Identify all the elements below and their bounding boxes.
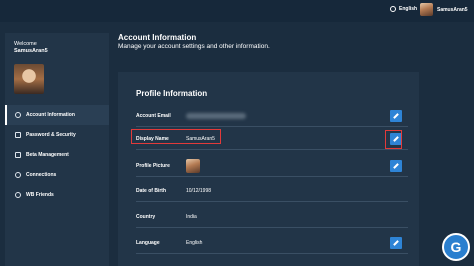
display-name-highlight (131, 129, 221, 144)
sidebar-username: SamusAran5 (14, 48, 48, 54)
row-value: India (186, 214, 197, 220)
friends-icon (15, 192, 21, 198)
info-icon (15, 112, 21, 118)
sidebar-item-wb-friends[interactable]: WB Friends (5, 185, 109, 205)
row-label: Country (136, 214, 156, 220)
row-label: Date of Birth (136, 188, 166, 194)
profile-card: Profile Information Account Email Displa… (118, 72, 419, 266)
row-country: Country India (136, 206, 408, 228)
sidebar-item-beta-management[interactable]: Beta Management (5, 145, 109, 165)
pencil-icon (393, 240, 399, 246)
sidebar-item-password-security[interactable]: Password & Security (5, 125, 109, 145)
row-label: Profile Picture (136, 163, 170, 169)
row-value: English (186, 240, 203, 246)
sidebar: Welcome SamusAran5 Account Information P… (5, 33, 109, 266)
sidebar-item-label: Account Information (26, 112, 75, 118)
edit-language-button[interactable] (390, 237, 402, 249)
row-label: Language (136, 240, 160, 246)
link-icon (15, 172, 21, 178)
sidebar-item-label: Password & Security (26, 132, 76, 138)
language-label: English (399, 6, 418, 12)
sidebar-item-account-information[interactable]: Account Information (5, 105, 109, 125)
logo-watermark: G (442, 233, 470, 261)
welcome-text: Welcome (14, 41, 37, 47)
row-value: 10/12/1998 (186, 188, 212, 194)
language-selector[interactable]: English (390, 6, 417, 12)
page-title: Account Information (118, 33, 197, 42)
user-name: SamusAran5 (437, 6, 468, 13)
row-profile-picture: Profile Picture (136, 155, 408, 177)
edit-button-highlight (385, 130, 402, 149)
avatar (420, 3, 433, 16)
globe-icon (390, 6, 396, 12)
edit-email-button[interactable] (390, 110, 402, 122)
sidebar-item-label: WB Friends (26, 192, 54, 198)
sidebar-nav: Account Information Password & Security … (5, 105, 109, 205)
user-menu[interactable]: SamusAran5 (420, 3, 474, 16)
row-date-of-birth: Date of Birth 10/12/1998 (136, 180, 408, 202)
sidebar-item-label: Connections (26, 172, 57, 178)
beta-icon (15, 152, 21, 158)
shield-icon (15, 132, 21, 138)
profile-picture-thumb (186, 159, 200, 173)
edit-profile-picture-button[interactable] (390, 160, 402, 172)
row-language: Language English (136, 232, 408, 254)
page-subtitle: Manage your account settings and other i… (118, 43, 270, 50)
pencil-icon (393, 113, 399, 119)
row-label: Account Email (136, 113, 171, 119)
redacted-email (186, 113, 246, 119)
profile-section-title: Profile Information (136, 89, 208, 98)
profile-avatar (14, 64, 44, 94)
pencil-icon (393, 163, 399, 169)
top-bar: English SamusAran5 (0, 0, 474, 22)
sidebar-item-connections[interactable]: Connections (5, 165, 109, 185)
sidebar-item-label: Beta Management (26, 152, 69, 158)
row-account-email: Account Email (136, 105, 408, 127)
